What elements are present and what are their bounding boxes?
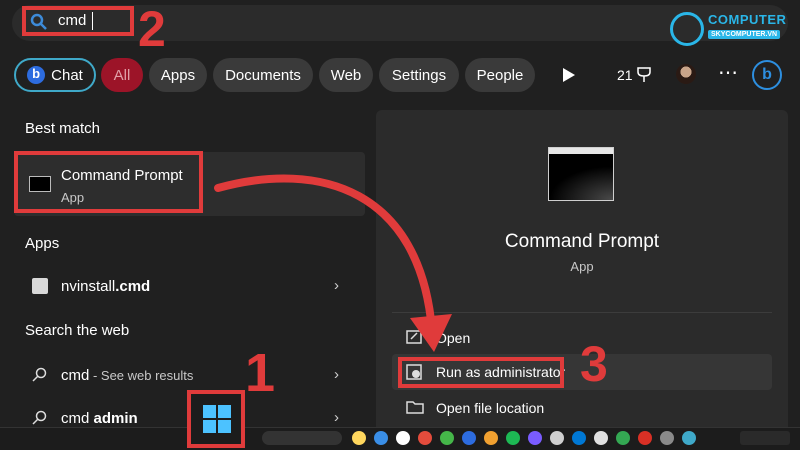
chat-chip-label: Chat — [51, 66, 83, 84]
taskbar-app-icon[interactable] — [660, 431, 674, 445]
apps-heading: Apps — [25, 235, 60, 252]
taskbar-app-icon[interactable] — [550, 431, 564, 445]
taskbar-app-icon[interactable] — [638, 431, 652, 445]
web-result-term: cmd — [61, 367, 90, 384]
taskbar-app-icon[interactable] — [528, 431, 542, 445]
detail-app-name: Command Prompt — [504, 231, 660, 252]
filter-web-label: Web — [330, 66, 362, 84]
filter-web[interactable]: Web — [319, 58, 373, 92]
taskbar-app-icon[interactable] — [682, 431, 696, 445]
filter-apps[interactable]: Apps — [149, 58, 207, 92]
rewards-icon — [637, 67, 651, 82]
chevron-right-icon[interactable]: › — [334, 366, 339, 383]
system-tray[interactable] — [740, 431, 790, 445]
taskbar-app-icon[interactable] — [462, 431, 476, 445]
play-icon[interactable] — [563, 68, 575, 82]
folder-icon — [406, 401, 424, 414]
taskbar-app-icon[interactable] — [616, 431, 630, 445]
annotation-box-best-match — [14, 151, 203, 213]
taskbar-app-icon[interactable] — [572, 431, 586, 445]
filter-all[interactable]: All — [101, 58, 143, 92]
annotation-number-2: 2 — [138, 1, 166, 57]
search-icon — [32, 410, 47, 425]
windows-start-icon[interactable] — [203, 405, 231, 433]
filter-documents[interactable]: Documents — [213, 58, 313, 92]
annotation-number-3: 3 — [580, 336, 608, 392]
filter-apps-label: Apps — [160, 66, 196, 84]
filter-people-label: People — [476, 66, 524, 84]
divider — [392, 312, 772, 313]
app-result-name: nvinstall — [61, 278, 116, 295]
bing-icon[interactable]: b — [752, 60, 782, 90]
taskbar-app-icon[interactable] — [484, 431, 498, 445]
logo-icon — [670, 12, 704, 46]
bing-icon — [27, 66, 46, 84]
file-icon — [32, 278, 48, 294]
taskbar-app-icon[interactable] — [374, 431, 388, 445]
logo-text: COMPUTER — [708, 12, 787, 27]
logo-subtext: SKYCOMPUTER.VN — [708, 30, 781, 39]
chevron-right-icon[interactable]: › — [334, 277, 339, 294]
open-file-location-action[interactable]: Open file location — [392, 393, 772, 423]
cmd-app-large-icon — [548, 147, 614, 201]
filter-settings[interactable]: Settings — [379, 58, 459, 92]
filter-all-label: All — [113, 66, 131, 84]
annotation-box-run-as-admin — [398, 357, 564, 388]
filter-documents-label: Documents — [225, 66, 301, 84]
taskbar-app-icon[interactable] — [418, 431, 432, 445]
web-result-sub: - See web results — [89, 368, 194, 383]
list-item[interactable]: nvinstall.cmd › — [14, 268, 365, 304]
taskbar-app-icon[interactable] — [506, 431, 520, 445]
avatar[interactable] — [676, 64, 696, 84]
best-match-heading: Best match — [25, 120, 101, 137]
open-action-label: Open — [436, 330, 471, 346]
annotation-number-1: 1 — [245, 343, 276, 403]
web-result-prefix: cmd — [61, 410, 94, 427]
taskbar-app-icon[interactable] — [352, 431, 366, 445]
web-result-term: admin — [93, 410, 138, 427]
taskbar-app-icon[interactable] — [440, 431, 454, 445]
chevron-right-icon[interactable]: › — [334, 409, 339, 426]
chat-chip[interactable]: Chat — [14, 58, 96, 92]
annotation-box-search — [22, 6, 134, 36]
search-icon — [32, 367, 47, 382]
taskbar-app-icon[interactable] — [396, 431, 410, 445]
open-icon — [406, 330, 422, 344]
taskbar-search[interactable] — [262, 431, 342, 445]
filter-settings-label: Settings — [391, 66, 447, 84]
detail-app-type: App — [570, 259, 594, 274]
filter-people[interactable]: People — [465, 58, 535, 92]
search-web-heading: Search the web — [25, 322, 130, 339]
taskbar-app-icon[interactable] — [594, 431, 608, 445]
list-item[interactable]: cmd - See web results › — [14, 358, 365, 392]
rewards-points: 21 — [617, 67, 633, 83]
more-icon[interactable]: ⋯ — [718, 60, 738, 85]
open-file-location-label: Open file location — [436, 400, 545, 416]
app-result-ext: .cmd — [115, 278, 151, 295]
